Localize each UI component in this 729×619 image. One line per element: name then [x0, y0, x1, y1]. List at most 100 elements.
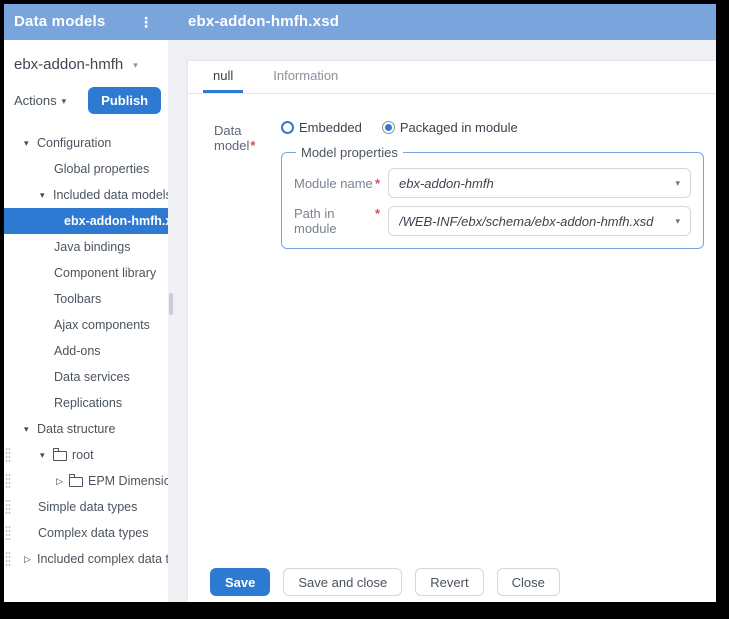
tree-item-label: Java bindings [54, 240, 130, 254]
combobox-module-name[interactable]: ebx-addon-hmfh ▾ [388, 168, 691, 198]
tree-item-label: Complex data types [38, 526, 148, 540]
field-label-text: Path in module [294, 206, 374, 236]
app-window: Data models ⋮ ebx-addon-hmfh.xsd ebx-add… [4, 4, 716, 602]
field-label: Path in module* [294, 206, 388, 236]
footer-button-bar: Save Save and close Revert Close [210, 568, 573, 596]
tree-item-ebx-addon-hmfh-xsd[interactable]: ebx-addon-hmfh.xsd [4, 208, 168, 234]
tree-item-label: Included complex data types [37, 552, 168, 566]
tree-item-component-library[interactable]: Component library [4, 260, 168, 286]
caret-down-icon[interactable]: ▾ [24, 424, 37, 435]
revert-button[interactable]: Revert [415, 568, 483, 596]
data-model-row: Data model* Embedded Packaged in module M… [214, 120, 710, 249]
model-properties-fieldset: Model properties Module name*ebx-addon-h… [281, 145, 704, 249]
radio-option-packaged-in-module[interactable]: Packaged in module [382, 120, 518, 135]
tree-item-configuration[interactable]: ▾Configuration [4, 130, 168, 156]
radio-group: Embedded Packaged in module [281, 120, 704, 135]
radio-option-embedded[interactable]: Embedded [281, 120, 362, 135]
tree-item-label: Simple data types [38, 500, 137, 514]
app-title: Data models [14, 4, 105, 40]
data-model-field-content: Embedded Packaged in module Model propert… [281, 120, 704, 249]
tab-null[interactable]: null [203, 61, 243, 93]
tab-bar: null Information [188, 61, 716, 94]
chevron-down-icon: ▾ [675, 216, 680, 227]
tab-information[interactable]: Information [263, 61, 348, 93]
drag-grip-icon [5, 551, 11, 567]
tree-item-included-data-models[interactable]: ▾Included data models [4, 182, 168, 208]
tree-item-label: Data structure [37, 422, 116, 436]
tree-item-java-bindings[interactable]: Java bindings [4, 234, 168, 260]
tree-item-epm-dimensions[interactable]: ▷ EPM Dimensions [ [4, 468, 168, 494]
chevron-down-icon: ▾ [133, 60, 138, 71]
navigation-tree: ▾ConfigurationGlobal properties▾Included… [4, 130, 168, 572]
drag-grip-icon [5, 499, 11, 515]
save-button[interactable]: Save [210, 568, 270, 596]
tree-item-label: Data services [54, 370, 130, 384]
tree-item-label: Included data models [53, 188, 168, 202]
tree-item-root[interactable]: ▾ root [4, 442, 168, 468]
sidebar-scrollbar[interactable] [169, 293, 173, 315]
caret-down-icon[interactable]: ▾ [40, 190, 53, 201]
actions-label: Actions [14, 93, 57, 108]
save-and-close-button[interactable]: Save and close [283, 568, 402, 596]
drag-grip-icon [5, 447, 11, 463]
folder-icon [69, 477, 83, 487]
tree-item-data-services[interactable]: Data services [4, 364, 168, 390]
caret-right-icon[interactable]: ▷ [56, 476, 69, 487]
tree-item-label: Configuration [37, 136, 111, 150]
page-title: ebx-addon-hmfh.xsd [188, 4, 339, 40]
close-button[interactable]: Close [497, 568, 560, 596]
drag-grip-icon [5, 473, 11, 489]
tree-item-label: root [72, 448, 94, 462]
kebab-menu-icon[interactable]: ⋮ [136, 4, 156, 40]
data-model-label: Data model* [214, 120, 281, 153]
chevron-down-icon: ▾ [675, 178, 680, 189]
field-label: Module name* [294, 176, 388, 191]
radio-label: Embedded [299, 120, 362, 135]
tree-item-global-properties[interactable]: Global properties [4, 156, 168, 182]
field-label-text: Module name [294, 176, 373, 191]
tree-item-label: Toolbars [54, 292, 101, 306]
tree-item-label: Replications [54, 396, 122, 410]
combobox-path-in-module[interactable]: /WEB-INF/ebx/schema/ebx-addon-hmfh.xsd ▾ [388, 206, 691, 236]
tree-item-data-structure[interactable]: ▾Data structure [4, 416, 168, 442]
tree-item-replications[interactable]: Replications [4, 390, 168, 416]
tree-item-included-complex-data-types[interactable]: ▷Included complex data types [4, 546, 168, 572]
caret-right-icon[interactable]: ▷ [24, 554, 37, 565]
combobox-value: ebx-addon-hmfh [399, 176, 667, 191]
required-asterisk: * [375, 206, 380, 236]
field-row-module-name: Module name* ebx-addon-hmfh ▾ [294, 168, 691, 198]
top-header-bar: Data models ⋮ ebx-addon-hmfh.xsd [4, 4, 716, 40]
radio-unselected-icon[interactable] [281, 121, 294, 134]
tree-item-toolbars[interactable]: Toolbars [4, 286, 168, 312]
required-asterisk: * [375, 176, 380, 191]
model-properties-legend: Model properties [296, 145, 403, 160]
radio-label: Packaged in module [400, 120, 518, 135]
required-asterisk: * [250, 138, 255, 153]
model-selector-label: ebx-addon-hmfh [14, 56, 123, 73]
caret-down-icon[interactable]: ▾ [24, 138, 37, 149]
tree-item-label: Component library [54, 266, 156, 280]
tree-item-add-ons[interactable]: Add-ons [4, 338, 168, 364]
tree-item-label: Global properties [54, 162, 149, 176]
data-model-form: Data model* Embedded Packaged in module M… [188, 94, 716, 249]
field-row-path-in-module: Path in module*/WEB-INF/ebx/schema/ebx-a… [294, 206, 691, 236]
actions-row: Actions ▾ Publish [14, 87, 168, 114]
tree-item-complex-data-types[interactable]: Complex data types [4, 520, 168, 546]
radio-selected-icon[interactable] [382, 121, 395, 134]
caret-down-icon[interactable]: ▾ [40, 450, 53, 461]
tree-item-ajax-components[interactable]: Ajax components [4, 312, 168, 338]
chevron-down-icon: ▾ [62, 96, 67, 107]
folder-icon [53, 451, 67, 461]
tree-item-simple-data-types[interactable]: Simple data types [4, 494, 168, 520]
main-panel: null Information Data model* Embedded Pack… [187, 60, 716, 602]
tree-item-label: EPM Dimensions [ [88, 474, 168, 488]
drag-grip-icon [5, 525, 11, 541]
publish-button[interactable]: Publish [88, 87, 161, 114]
tree-item-label: ebx-addon-hmfh.xsd [64, 214, 168, 228]
tree-item-label: Ajax components [54, 318, 150, 332]
actions-menu-button[interactable]: Actions ▾ [14, 93, 66, 108]
tree-item-label: Add-ons [54, 344, 101, 358]
combobox-value: /WEB-INF/ebx/schema/ebx-addon-hmfh.xsd [399, 214, 667, 229]
model-selector-dropdown[interactable]: ebx-addon-hmfh ▾ [14, 56, 168, 73]
sidebar: ebx-addon-hmfh ▾ Actions ▾ Publish ▾Conf… [4, 40, 168, 602]
